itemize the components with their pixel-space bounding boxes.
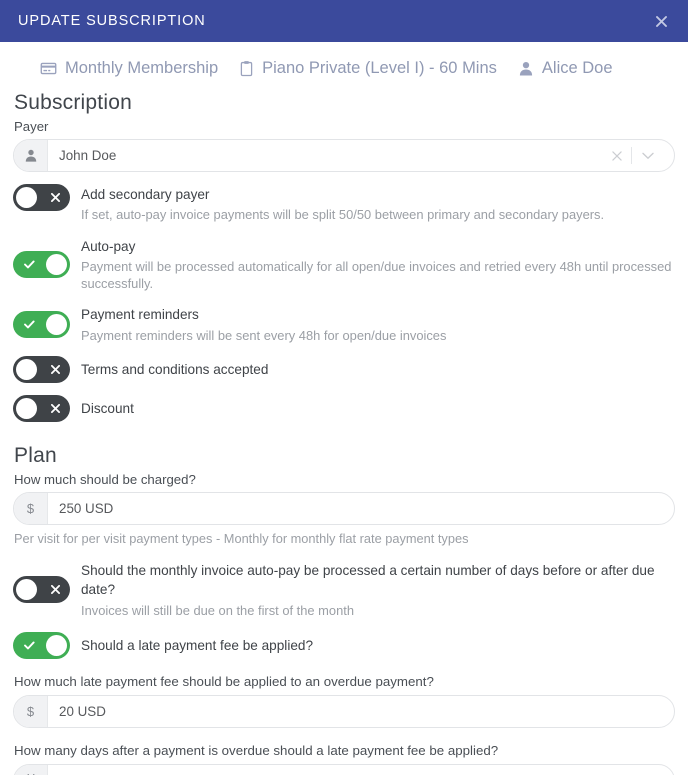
payer-value[interactable]: John Doe [48, 140, 603, 171]
dollar-icon: $ [14, 493, 48, 525]
charge-amount-help: Per visit for per visit payment types - … [14, 531, 469, 547]
toggle-row-discount: Discount [13, 395, 675, 423]
late-fee-amount-label: How much late payment fee should be appl… [14, 673, 434, 689]
breadcrumb-item-service: Piano Private (Level I) - 60 Mins [239, 59, 497, 78]
toggle-knob [16, 359, 37, 381]
charge-amount-label: How much should be charged? [14, 472, 196, 488]
section-title-plan: Plan [14, 444, 57, 468]
toggle-label: Should a late payment fee be applied? [81, 637, 314, 653]
breadcrumb-item-membership: Monthly Membership [40, 59, 218, 78]
toggle-terms-and-conditions-accepted[interactable] [13, 356, 70, 384]
toggle-description: Invoices will still be due on the first … [81, 602, 354, 618]
calendar-icon [14, 764, 48, 775]
toggle-label: Terms and conditions accepted [81, 361, 269, 377]
late-fee-amount-field[interactable]: $ 20 USD [13, 694, 675, 728]
breadcrumb-label: Alice Doe [541, 59, 613, 77]
toggle-row-terms-and-conditions: Terms and conditions accepted [13, 356, 675, 384]
toggle-knob [16, 398, 37, 420]
toggle-payment-reminders[interactable] [13, 310, 70, 338]
toggle-label: Discount [81, 400, 134, 416]
breadcrumb: Monthly Membership Piano Private (Level … [0, 42, 688, 84]
toggle-knob [46, 253, 67, 275]
toggle-description: Payment reminders will be sent every 48h… [81, 327, 447, 343]
breadcrumb-label: Piano Private (Level I) - 60 Mins [262, 59, 497, 77]
check-icon [16, 251, 42, 278]
modal-title: UPDATE SUBSCRIPTION [18, 13, 206, 29]
toggle-row-add-secondary-payer: Add secondary payer If set, auto-pay inv… [13, 184, 675, 224]
clear-icon[interactable] [603, 149, 631, 163]
toggle-knob [46, 313, 67, 335]
payer-controls [603, 140, 674, 171]
toggle-label: Should the monthly invoice auto-pay be p… [81, 563, 655, 598]
cross-icon [42, 184, 68, 211]
payer-label: Payer [14, 119, 49, 134]
section-title-subscription: Subscription [14, 91, 132, 114]
toggle-row-autopay-days-offset: Should the monthly invoice auto-pay be p… [13, 560, 675, 619]
toggle-label: Add secondary payer [81, 187, 210, 202]
toggle-add-secondary-payer[interactable] [13, 184, 70, 211]
payer-select[interactable]: John Doe [13, 139, 675, 172]
user-icon [518, 60, 534, 77]
cross-icon [42, 395, 68, 422]
toggle-row-auto-pay: Auto-pay Payment will be processed autom… [13, 236, 675, 293]
user-icon [14, 140, 48, 171]
toggle-auto-pay[interactable] [13, 250, 70, 278]
modal-header: UPDATE SUBSCRIPTION [0, 0, 688, 42]
check-icon [16, 632, 42, 659]
charge-amount-field[interactable]: $ 250 USD [13, 492, 675, 526]
toggle-row-payment-reminders: Payment reminders Payment reminders will… [13, 304, 675, 344]
toggle-label: Auto-pay [81, 238, 136, 254]
check-icon [16, 311, 42, 338]
chevron-down-icon[interactable] [632, 152, 661, 160]
toggle-late-payment-fee[interactable] [13, 631, 70, 659]
toggle-discount[interactable] [13, 395, 70, 423]
cross-icon [42, 356, 68, 383]
charge-amount-value[interactable]: 250 USD [48, 493, 674, 524]
toggle-row-late-payment-fee: Should a late payment fee be applied? [13, 631, 675, 659]
late-fee-days-value[interactable]: 10 days [48, 765, 674, 775]
toggle-knob [46, 634, 67, 656]
credit-card-icon [40, 60, 57, 77]
close-icon[interactable] [650, 10, 672, 32]
breadcrumb-item-student: Alice Doe [518, 59, 613, 78]
late-fee-amount-value[interactable]: 20 USD [48, 696, 674, 727]
clipboard-icon [239, 60, 254, 77]
toggle-knob [16, 578, 37, 600]
cross-icon [42, 576, 68, 603]
breadcrumb-label: Monthly Membership [65, 59, 219, 77]
toggle-description: If set, auto-pay invoice payments will b… [81, 207, 605, 223]
toggle-autopay-days-offset[interactable] [13, 575, 70, 603]
late-fee-days-label: How many days after a payment is overdue… [14, 742, 499, 758]
late-fee-days-field[interactable]: 10 days [13, 763, 675, 775]
toggle-knob [16, 187, 37, 208]
toggle-description: Payment will be processed automatically … [81, 258, 672, 292]
toggle-label: Payment reminders [81, 307, 199, 323]
dollar-icon: $ [14, 695, 48, 727]
